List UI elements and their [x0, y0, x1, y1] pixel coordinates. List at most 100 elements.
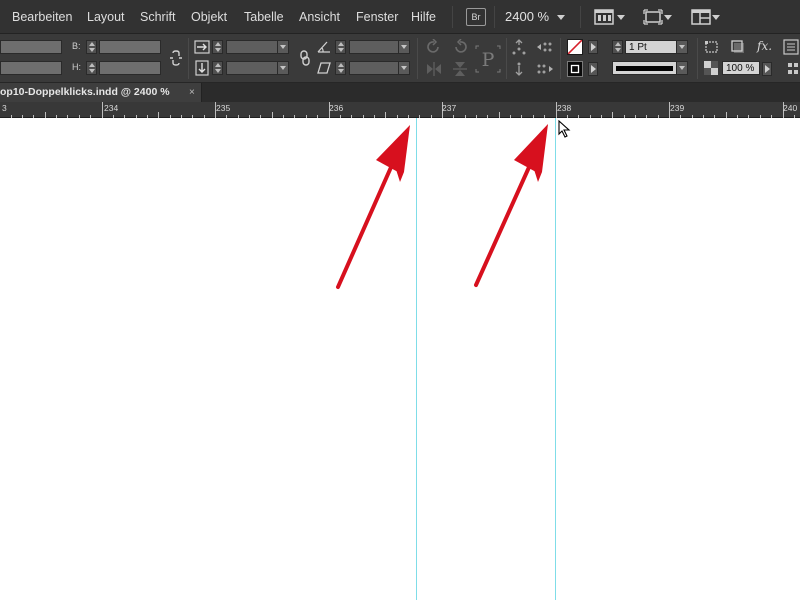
column-guide-right[interactable]: [555, 118, 556, 600]
select-previous-object-icon[interactable]: [536, 39, 552, 55]
menu-bearbeiten[interactable]: Bearbeiten: [12, 0, 72, 34]
shear-field[interactable]: [349, 61, 399, 75]
constrain-proportions-icon[interactable]: [168, 50, 184, 66]
menu-fenster[interactable]: Fenster: [356, 0, 398, 34]
width-label: B:: [72, 41, 81, 51]
rotation-stepper[interactable]: [335, 40, 346, 54]
stroke-type-dropdown[interactable]: [676, 61, 688, 75]
ruler-label: 235: [216, 103, 231, 113]
menu-ansicht[interactable]: Ansicht: [299, 0, 340, 34]
scale-y-icon: [194, 60, 210, 76]
opacity-field[interactable]: 100 %: [722, 61, 760, 75]
effects-icon[interactable]: fx.: [757, 39, 772, 53]
height-stepper[interactable]: [86, 61, 97, 75]
menu-schrift[interactable]: Schrift: [140, 0, 175, 34]
width-field[interactable]: [99, 40, 161, 54]
mouse-cursor-icon: [558, 120, 571, 138]
ruler-label: 237: [442, 103, 457, 113]
menu-separator: [452, 6, 453, 28]
stroke-weight-value: 1 Pt: [629, 42, 647, 53]
x-position-field[interactable]: [0, 40, 62, 54]
shear-stepper[interactable]: [335, 61, 346, 75]
ruler-label: 234: [104, 103, 119, 113]
menu-objekt[interactable]: Objekt: [191, 0, 227, 34]
menu-layout[interactable]: Layout: [87, 0, 125, 34]
document-tab-bar: op10-Doppelklicks.indd @ 2400 % ×: [0, 83, 800, 102]
text-wrap-icon[interactable]: [783, 39, 799, 55]
link-icon[interactable]: [297, 50, 313, 66]
scale-x-icon: [194, 39, 210, 55]
svg-text:P: P: [482, 49, 495, 71]
fill-menu-button[interactable]: [588, 40, 598, 54]
screen-mode-dropdown-icon[interactable]: [617, 15, 625, 20]
menu-separator: [580, 6, 581, 28]
width-stepper[interactable]: [86, 40, 97, 54]
bridge-icon[interactable]: Br: [466, 8, 486, 26]
ruler-label: 239: [670, 103, 685, 113]
stroke-type-preview: [616, 66, 673, 71]
rotation-angle-icon: [316, 39, 332, 55]
stroke-swatch[interactable]: [567, 61, 583, 77]
select-next-object-icon[interactable]: [536, 61, 553, 77]
horizontal-ruler[interactable]: 3 234 235 236 237 238 239 240: [0, 102, 800, 118]
scale-x-dropdown[interactable]: [277, 40, 289, 54]
p-reference-icon[interactable]: P: [475, 45, 501, 73]
drop-shadow-icon[interactable]: [730, 39, 746, 55]
corner-options-icon[interactable]: [704, 39, 720, 55]
scale-y-dropdown[interactable]: [277, 61, 289, 75]
y-position-field[interactable]: [0, 61, 62, 75]
grid-view-icon[interactable]: [787, 61, 800, 77]
close-icon[interactable]: ×: [189, 83, 195, 102]
panel-separator: [506, 38, 507, 79]
height-field[interactable]: [99, 61, 161, 75]
menu-bar: Bearbeiten Layout Schrift Objekt Tabelle…: [0, 0, 800, 34]
opacity-value: 100 %: [726, 63, 755, 74]
stroke-type-field[interactable]: [612, 61, 677, 75]
panel-separator: [417, 38, 418, 79]
zoom-level[interactable]: 2400 %: [505, 0, 549, 34]
scale-x-field[interactable]: [226, 40, 278, 54]
rotate-clockwise-icon[interactable]: [426, 38, 442, 55]
ruler-label: 3: [2, 103, 7, 113]
document-canvas[interactable]: [0, 118, 800, 600]
arrange-documents-icon[interactable]: [691, 9, 711, 30]
view-options-icon[interactable]: [643, 9, 663, 30]
scale-x-stepper[interactable]: [212, 40, 223, 54]
ruler-label: 238: [557, 103, 572, 113]
scale-y-stepper[interactable]: [212, 61, 223, 75]
view-options-dropdown-icon[interactable]: [664, 15, 672, 20]
menu-separator: [494, 6, 495, 28]
stroke-weight-dropdown[interactable]: [676, 40, 688, 54]
menu-hilfe[interactable]: Hilfe: [411, 0, 436, 34]
fill-swatch[interactable]: [567, 39, 583, 55]
opacity-menu-button[interactable]: [762, 62, 772, 76]
panel-separator: [188, 38, 189, 79]
scale-y-field[interactable]: [226, 61, 278, 75]
flip-vertical-icon[interactable]: [452, 61, 468, 77]
flip-horizontal-icon[interactable]: [426, 61, 442, 77]
column-guide-left[interactable]: [416, 118, 417, 600]
height-label: H:: [72, 62, 81, 72]
rotation-field[interactable]: [349, 40, 399, 54]
ruler-label: 236: [329, 103, 344, 113]
rotate-counterclockwise-icon[interactable]: [452, 38, 468, 55]
stroke-menu-button[interactable]: [588, 62, 598, 76]
rotation-dropdown[interactable]: [398, 40, 410, 54]
zoom-dropdown-icon[interactable]: [557, 15, 565, 20]
control-panel: B: H: P 1 Pt fx. 100 %: [0, 34, 800, 83]
arrange-dropdown-icon[interactable]: [712, 15, 720, 20]
document-tab-title: op10-Doppelklicks.indd @ 2400 %: [0, 86, 170, 98]
panel-separator: [560, 38, 561, 79]
stroke-weight-field[interactable]: 1 Pt: [625, 40, 677, 54]
menu-tabelle[interactable]: Tabelle: [244, 0, 284, 34]
stroke-weight-stepper[interactable]: [612, 40, 623, 54]
shear-dropdown[interactable]: [398, 61, 410, 75]
opacity-checker-icon: [704, 61, 720, 77]
screen-mode-icon[interactable]: [594, 9, 616, 30]
select-content-icon[interactable]: [511, 61, 527, 77]
select-container-icon[interactable]: [511, 39, 527, 55]
ruler-label: 240: [783, 103, 798, 113]
shear-angle-icon: [316, 60, 332, 76]
document-tab[interactable]: op10-Doppelklicks.indd @ 2400 % ×: [0, 83, 202, 102]
panel-separator: [697, 38, 698, 79]
